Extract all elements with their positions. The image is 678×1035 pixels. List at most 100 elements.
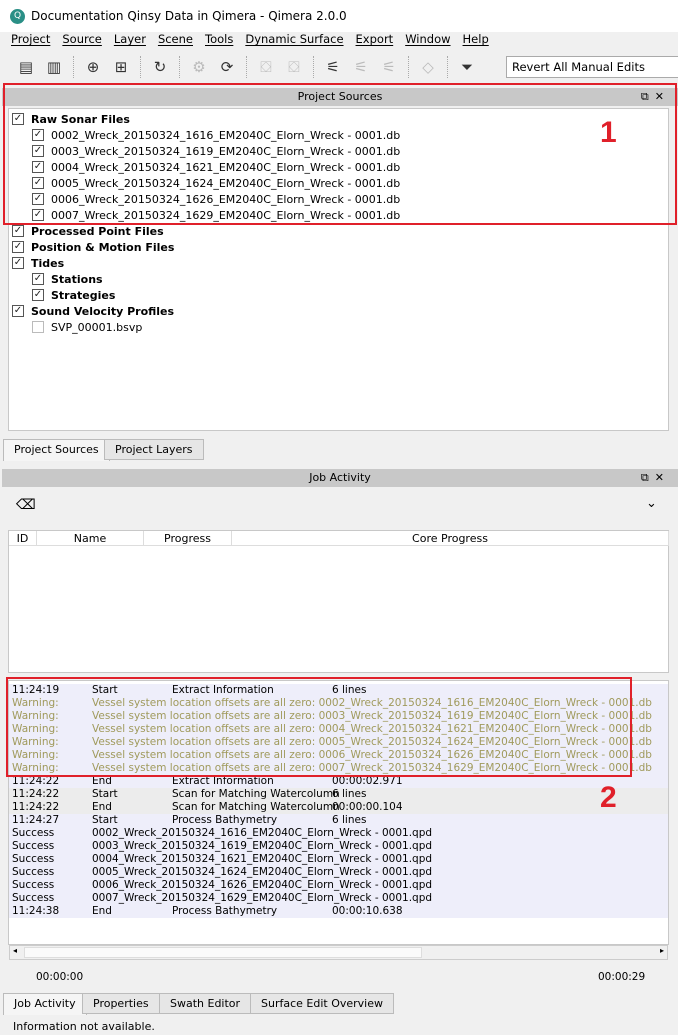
scroll-left-icon[interactable]: ◂ <box>13 946 17 955</box>
col-progress[interactable]: Progress <box>144 531 232 546</box>
log-cell: 0004_Wreck_20150324_1621_EM2040C_Elorn_W… <box>92 853 433 865</box>
col-id[interactable]: ID <box>9 531 37 546</box>
tree-item-label: Tides <box>31 256 65 270</box>
menu-layer[interactable]: Layer <box>108 32 152 50</box>
float-icon[interactable]: ⧉ <box>641 471 655 484</box>
menu-export[interactable]: Export <box>350 32 400 50</box>
checkbox-checked[interactable]: ✓ <box>12 241 24 253</box>
checkbox-checked[interactable]: ✓ <box>12 305 24 317</box>
job-table: ID Name Progress Core Progress <box>8 530 669 673</box>
log-cell: Start <box>92 814 118 826</box>
toolbar-separator <box>140 56 141 78</box>
log-row: Success 0006_Wreck_20150324_1626_EM2040C_… <box>9 879 668 892</box>
scroll-right-icon[interactable]: ▸ <box>660 946 664 955</box>
lock-icon[interactable]: ⛋ <box>282 55 306 79</box>
tab-project-layers[interactable]: Project Layers <box>104 439 204 460</box>
log-row: Success 0003_Wreck_20150324_1619_EM2040C_… <box>9 840 668 853</box>
tree-item[interactable]: ✓ Sound Velocity Profiles <box>12 303 174 319</box>
swath-icon[interactable]: ⚟ <box>349 55 373 79</box>
log-cell: 00:00:10.638 <box>332 905 403 917</box>
log-cell: Scan for Matching Watercolumn <box>172 788 340 800</box>
menu-dynamic-surface[interactable]: Dynamic Surface <box>239 32 349 50</box>
highlight-box-2 <box>6 677 632 777</box>
tree-item-label: Processed Point Files <box>31 224 164 238</box>
col-name[interactable]: Name <box>37 531 144 546</box>
log-row: Success 0002_Wreck_20150324_1616_EM2040C_… <box>9 827 668 840</box>
checkbox-checked[interactable]: ✓ <box>12 225 24 237</box>
checkbox-unchecked[interactable] <box>32 321 44 333</box>
scrollbar-thumb[interactable] <box>24 947 422 958</box>
log-cell: 6 lines <box>332 814 367 826</box>
reprocess-icon[interactable]: ⟳ <box>215 55 239 79</box>
title-bar: Q Documentation Qinsy Data in Qimera - Q… <box>0 0 678 32</box>
panel-title: Job Activity <box>309 471 371 484</box>
log-row: Success 0005_Wreck_20150324_1624_EM2040C_… <box>9 866 668 879</box>
tree-item-label: Strategies <box>51 288 116 302</box>
open-project-icon[interactable]: ▥ <box>42 55 66 79</box>
tree-item-label: SVP_00001.bsvp <box>51 320 143 334</box>
tree-item-label: Sound Velocity Profiles <box>31 304 175 318</box>
add-point-file-icon[interactable]: ⊞ <box>109 55 133 79</box>
log-cell: End <box>92 801 112 813</box>
surface-edit-icon[interactable]: ◇ <box>416 55 440 79</box>
eraser-icon[interactable]: ⌫ <box>16 497 36 513</box>
log-cell: 00:00:00.104 <box>332 801 403 813</box>
log-cell: Success <box>12 879 55 891</box>
tab-swath-editor[interactable]: Swath Editor <box>159 993 252 1014</box>
add-raw-sonar-icon[interactable]: ⊕ <box>81 55 105 79</box>
tab-project-sources[interactable]: Project Sources <box>3 439 110 461</box>
checkbox-checked[interactable]: ✓ <box>32 273 44 285</box>
checkbox-checked[interactable]: ✓ <box>32 289 44 301</box>
log-cell: 0007_Wreck_20150324_1629_EM2040C_Elorn_W… <box>92 892 433 904</box>
filter-icon[interactable]: ⏷ <box>455 55 479 79</box>
sonar-icon[interactable]: ⚟ <box>321 55 345 79</box>
menu-project[interactable]: Project <box>5 32 56 50</box>
tree-item[interactable]: SVP_00001.bsvp <box>32 319 142 335</box>
menu-help[interactable]: Help <box>457 32 495 50</box>
menu-window[interactable]: Window <box>399 32 456 50</box>
log-cell: Success <box>12 853 55 865</box>
toolbar-separator <box>313 56 314 78</box>
log-cell: 11:24:27 <box>12 814 60 826</box>
log-cell: 0002_Wreck_20150324_1616_EM2040C_Elorn_W… <box>92 827 433 839</box>
revert-edits-select[interactable]: Revert All Manual Edits <box>506 56 678 78</box>
menu-scene[interactable]: Scene <box>152 32 199 50</box>
log-cell: Success <box>12 892 55 904</box>
tab-properties[interactable]: Properties <box>82 993 160 1014</box>
tree-item[interactable]: ✓ Strategies <box>32 287 115 303</box>
menu-tools[interactable]: Tools <box>199 32 239 50</box>
tree-item[interactable]: ✓ Tides <box>12 255 64 271</box>
new-project-icon[interactable]: ▤ <box>14 55 38 79</box>
annotation-2: 2 <box>600 781 617 814</box>
tab-label: Swath Editor <box>170 997 241 1010</box>
toolbar-separator <box>73 56 74 78</box>
menu-source[interactable]: Source <box>56 32 108 50</box>
toolbar-separator <box>447 56 448 78</box>
checkbox-checked[interactable]: ✓ <box>12 257 24 269</box>
tree-item[interactable]: ✓ Stations <box>32 271 103 287</box>
chevron-down-icon[interactable]: ⌄ <box>646 496 657 511</box>
settings-gears-icon[interactable]: ⚙ <box>187 55 211 79</box>
tab-label: Surface Edit Overview <box>261 997 383 1010</box>
log-cell: Process Bathymetry <box>172 814 278 826</box>
log-cell: 11:24:22 <box>12 801 60 813</box>
horizontal-scrollbar[interactable]: ◂ ▸ <box>9 945 668 960</box>
tab-surface-edit-overview[interactable]: Surface Edit Overview <box>250 993 394 1014</box>
add-svp-icon[interactable]: ↻ <box>148 55 172 79</box>
status-text: Information not available. <box>13 1020 155 1033</box>
log-cell: 11:24:38 <box>12 905 60 917</box>
log-cell: Success <box>12 827 55 839</box>
log-cell: 0003_Wreck_20150324_1619_EM2040C_Elorn_W… <box>92 840 433 852</box>
tab-label: Project Sources <box>14 443 99 456</box>
tree-item[interactable]: ✓ Position & Motion Files <box>12 239 174 255</box>
highlight-box-1 <box>3 83 677 225</box>
tab-job-activity[interactable]: Job Activity <box>3 993 87 1015</box>
close-icon[interactable]: ✕ <box>655 471 670 484</box>
log-row: Success 0004_Wreck_20150324_1621_EM2040C_… <box>9 853 668 866</box>
vessel-editor-icon[interactable]: ⛋ <box>254 55 278 79</box>
log-cell: Start <box>92 788 118 800</box>
col-core-progress[interactable]: Core Progress <box>232 531 669 546</box>
swath-edit-icon[interactable]: ⚟ <box>377 55 401 79</box>
revert-select-value: Revert All Manual Edits <box>512 60 645 74</box>
tree-item[interactable]: ✓ Processed Point Files <box>12 223 164 239</box>
